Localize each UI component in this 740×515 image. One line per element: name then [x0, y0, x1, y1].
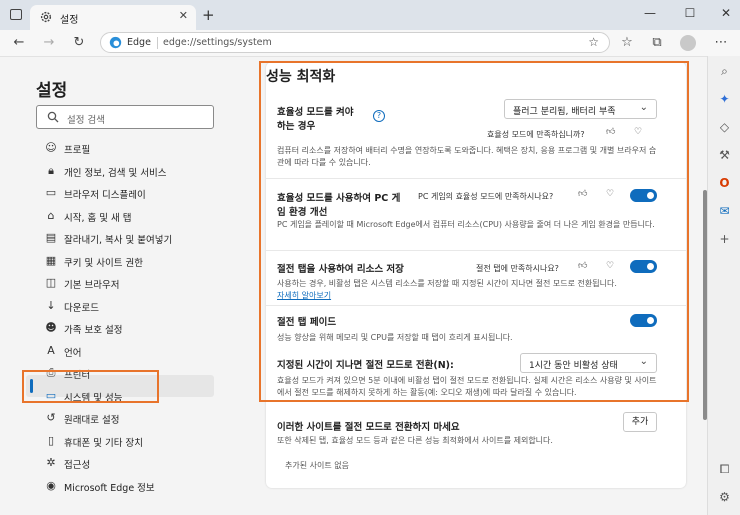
- home-icon: ⌂: [47, 208, 55, 222]
- gear-icon: [40, 11, 52, 23]
- title-bar: 설정 ✕ + — ☐ ✕: [0, 0, 740, 30]
- tab-title: 설정: [60, 15, 79, 26]
- add-icon[interactable]: +: [716, 231, 733, 248]
- never-sleep-title: 이러한 사이트를 절전 모드로 전환하지 마세요: [277, 422, 460, 433]
- avatar[interactable]: [680, 35, 696, 51]
- sidebar-item-label: 기본 브라우저: [64, 280, 120, 291]
- close-window-button[interactable]: ✕: [716, 6, 736, 20]
- sidebar-item[interactable]: ⌂ 시작, 홈 및 새 탭: [44, 205, 214, 227]
- sidebar-item-label: 접근성: [64, 460, 91, 471]
- sidebar-item-label: 원래대로 설정: [64, 415, 120, 426]
- collections-icon[interactable]: ⧉: [648, 34, 666, 52]
- sidebar-item-label: 잘라내기, 복사 및 붙여넣기: [64, 235, 173, 246]
- browser-icon: ◫: [45, 276, 57, 289]
- sidebar-item[interactable]: ▦ 쿠키 및 사이트 권한: [44, 250, 214, 272]
- phone-icon: ▯: [47, 433, 55, 447]
- sidebar-item[interactable]: ◉ Microsoft Edge 정보: [44, 475, 214, 497]
- accessibility-icon: ✲: [46, 456, 56, 469]
- display-icon: ▭: [45, 186, 57, 199]
- tab-actions-icon[interactable]: [10, 9, 22, 20]
- scrollbar[interactable]: [703, 190, 707, 420]
- sidebar-item[interactable]: ◫ 기본 브라우저: [44, 272, 214, 294]
- copilot-icon[interactable]: ✦: [716, 91, 733, 108]
- back-icon[interactable]: ←: [10, 34, 28, 52]
- sidebar-item[interactable]: ☺ 프로필: [44, 137, 214, 159]
- forward-icon[interactable]: →: [40, 34, 58, 52]
- language-icon: A: [47, 343, 55, 357]
- sidebar-item-label: 휴대폰 및 기타 장치: [64, 437, 143, 449]
- tab-settings[interactable]: 설정 ✕: [30, 5, 196, 30]
- maximize-button[interactable]: ☐: [680, 6, 700, 20]
- sidebar-item-label: Microsoft Edge 정보: [64, 482, 155, 494]
- add-site-button[interactable]: 추가: [623, 412, 657, 432]
- edge-logo-icon: [109, 36, 122, 49]
- clipboard-icon: ▤: [45, 231, 57, 244]
- close-tab-icon[interactable]: ✕: [179, 9, 188, 22]
- reset-icon: ↺: [46, 411, 56, 424]
- refresh-icon[interactable]: ↻: [70, 34, 88, 52]
- address-bar[interactable]: Edge edge://settings/system ☆: [100, 32, 610, 53]
- sidebar-item-label: 시작, 홈 및 새 탭: [64, 212, 132, 224]
- search-icon[interactable]: ⌕: [716, 63, 733, 80]
- sidebar-item-label: 프로필: [64, 145, 91, 156]
- sidebar-item[interactable]: ▯ 휴대폰 및 기타 장치: [44, 430, 214, 452]
- sidebar-item[interactable]: 🔒︎ 개인 정보, 검색 및 서비스: [44, 160, 214, 182]
- tools-icon[interactable]: ⚒: [716, 147, 733, 164]
- family-icon: ☻: [45, 321, 57, 334]
- gear-icon[interactable]: ⚙: [716, 489, 733, 506]
- cookie-icon: ▦: [45, 253, 57, 267]
- search-placeholder: 설정 검색: [67, 115, 105, 126]
- sidebar-item-label: 쿠키 및 사이트 권한: [64, 257, 143, 269]
- more-icon[interactable]: ⋯: [712, 34, 730, 52]
- highlight-box-section: [259, 61, 689, 402]
- sidebar-item[interactable]: ↓ 다운로드: [44, 295, 214, 317]
- sidebar-item[interactable]: ↺ 원래대로 설정: [44, 407, 214, 429]
- edge-icon: ◉: [46, 478, 56, 492]
- never-sleep-desc: 또한 삭제된 탭, 효율성 모드 등과 같은 다른 성능 최적화에서 사이트를 …: [277, 436, 553, 445]
- split-screen-icon[interactable]: ⧠: [716, 461, 733, 478]
- sidebar-item[interactable]: ☻ 가족 보호 설정: [44, 317, 214, 339]
- new-tab-button[interactable]: +: [202, 6, 215, 24]
- sidebar-item-label: 언어: [64, 347, 82, 359]
- lock-icon: 🔒︎: [48, 163, 54, 177]
- search-icon: [47, 111, 59, 123]
- add-favorite-icon[interactable]: ☆: [588, 35, 599, 49]
- profile-icon: ☺: [45, 141, 57, 154]
- address-separator: [157, 37, 158, 49]
- sidebar-item-label: 다운로드: [64, 302, 99, 314]
- favorites-icon[interactable]: ☆: [618, 34, 636, 52]
- address-url: edge://settings/system: [163, 37, 272, 48]
- office-icon[interactable]: O: [716, 175, 733, 192]
- search-input[interactable]: 설정 검색: [36, 105, 214, 129]
- sidebar-item-label: 가족 보호 설정: [64, 325, 123, 336]
- minimize-button[interactable]: —: [640, 6, 660, 20]
- sidebar-item-label: 개인 정보, 검색 및 서비스: [64, 167, 167, 179]
- highlight-box-nav: [22, 370, 159, 403]
- shopping-tag-icon[interactable]: ◇: [716, 119, 733, 136]
- outlook-icon[interactable]: ✉: [716, 203, 733, 220]
- sidebar-item[interactable]: ✲ 접근성: [44, 452, 214, 474]
- download-icon: ↓: [46, 298, 56, 312]
- empty-list-text: 추가된 사이트 없음: [285, 461, 349, 470]
- sidebar-item[interactable]: ▭ 브라우저 디스플레이: [44, 182, 214, 204]
- sidebar-item-label: 브라우저 디스플레이: [64, 190, 146, 201]
- navigation-bar: ← → ↻ Edge edge://settings/system ☆ ☆ ⧉ …: [0, 30, 740, 56]
- address-brand: Edge: [127, 37, 151, 48]
- page-title: 설정: [36, 81, 68, 101]
- sidebar-item[interactable]: ▤ 잘라내기, 복사 및 붙여넣기: [44, 227, 214, 249]
- sidebar-item[interactable]: A 언어: [44, 340, 214, 362]
- edge-sidebar: ⌕ ✦ ◇ ⚒ O ✉ + ⧠ ⚙: [707, 56, 740, 515]
- add-button-label: 추가: [631, 417, 649, 427]
